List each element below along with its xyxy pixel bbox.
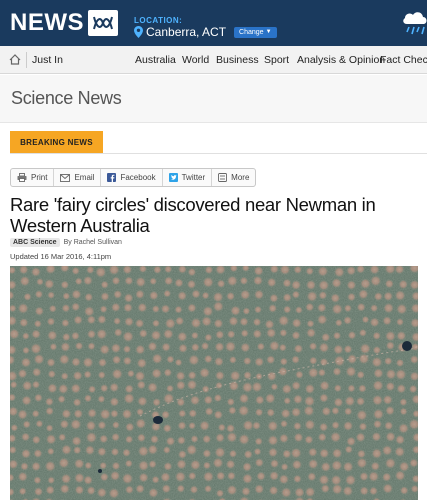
facebook-label: Facebook [120,173,156,182]
abc-logo-icon [88,10,118,36]
nav-item-sport[interactable]: Sport [264,54,289,66]
print-label: Print [31,173,48,182]
share-toolbar: Print Email Facebook Twitter More [10,168,257,187]
section-header: Science News [0,75,427,123]
nav-item-business[interactable]: Business [216,54,259,66]
section-title[interactable]: Science News [11,88,122,109]
nav-item-world[interactable]: World [182,54,209,66]
more-share-icon [218,173,228,182]
envelope-icon [60,173,71,182]
article-photo-fairy-circles[interactable] [10,266,418,500]
print-button[interactable]: Print [11,169,55,186]
twitter-label: Twitter [181,173,206,182]
location-city: Canberra, ACT [146,25,227,39]
facebook-button[interactable]: Facebook [101,169,163,186]
facebook-icon [107,173,117,182]
email-label: Email [74,173,95,182]
nav-item-analysis-opinion[interactable]: Analysis & Opinion [297,54,385,66]
breaking-news-badge[interactable]: BREAKING NEWS [10,131,103,153]
abc-news-logo[interactable]: NEWS [10,8,118,38]
article-headline: Rare 'fairy circles' discovered near New… [10,194,376,236]
divider [10,153,427,154]
updated-timestamp: Updated 16 Mar 2016, 4:11pm [10,252,112,261]
printer-icon [17,173,27,182]
nav-item-fact-check[interactable]: Fact Chec [380,54,427,66]
more-label: More [231,173,250,182]
logo-text: NEWS [10,9,84,36]
aerial-photo [10,266,418,500]
change-label: Change [239,28,264,36]
change-location-button[interactable]: Change ▼ [234,26,277,38]
main-nav: Just In Australia World Business Sport A… [0,46,427,74]
more-button[interactable]: More [212,169,255,186]
location-pin-icon [134,26,143,38]
byline: ABC Science By Rachel Sullivan [10,238,122,247]
weather-rain-icon[interactable] [400,8,427,38]
location-row: Canberra, ACT Change ▼ [134,25,277,39]
nav-divider [26,52,27,68]
home-icon[interactable] [9,54,21,65]
location-label: LOCATION: [134,16,183,25]
email-button[interactable]: Email [54,169,102,186]
nav-item-just-in[interactable]: Just In [32,54,63,66]
twitter-icon [168,173,178,182]
nav-item-australia[interactable]: Australia [135,54,176,66]
topic-tag[interactable]: ABC Science [10,238,60,247]
chevron-down-icon: ▼ [265,29,272,35]
site-header: NEWS LOCATION: Canberra, ACT Change ▼ [0,0,427,46]
twitter-button[interactable]: Twitter [163,169,213,186]
author: By Rachel Sullivan [63,239,122,246]
